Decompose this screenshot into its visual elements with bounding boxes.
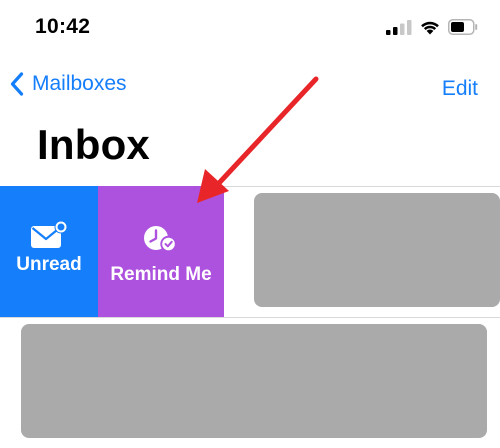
unread-action-label: Unread bbox=[16, 254, 82, 275]
status-time: 10:42 bbox=[35, 15, 91, 38]
clock-check-icon bbox=[144, 226, 177, 253]
envelope-badge-icon bbox=[31, 220, 68, 248]
page-title: Inbox bbox=[37, 121, 150, 168]
unread-action-button[interactable]: Unread bbox=[0, 186, 98, 318]
cellular-signal-icon bbox=[386, 20, 412, 35]
mail-preview-redacted[interactable] bbox=[254, 193, 500, 307]
wifi-icon bbox=[421, 21, 439, 35]
remind-me-action-label: Remind Me bbox=[110, 264, 212, 285]
mailboxes-back-button[interactable]: Mailboxes bbox=[10, 72, 127, 96]
battery-icon bbox=[448, 19, 478, 35]
remind-me-action-button[interactable]: Remind Me bbox=[98, 186, 224, 318]
mail-preview-redacted[interactable] bbox=[21, 324, 487, 438]
list-divider bbox=[0, 317, 500, 318]
status-icons bbox=[386, 19, 478, 35]
back-button-label: Mailboxes bbox=[32, 72, 127, 95]
chevron-left-icon bbox=[10, 72, 24, 96]
status-bar: 10:42 bbox=[0, 0, 500, 58]
navigation-bar: Mailboxes Edit bbox=[0, 68, 500, 108]
edit-button[interactable]: Edit bbox=[442, 77, 478, 101]
